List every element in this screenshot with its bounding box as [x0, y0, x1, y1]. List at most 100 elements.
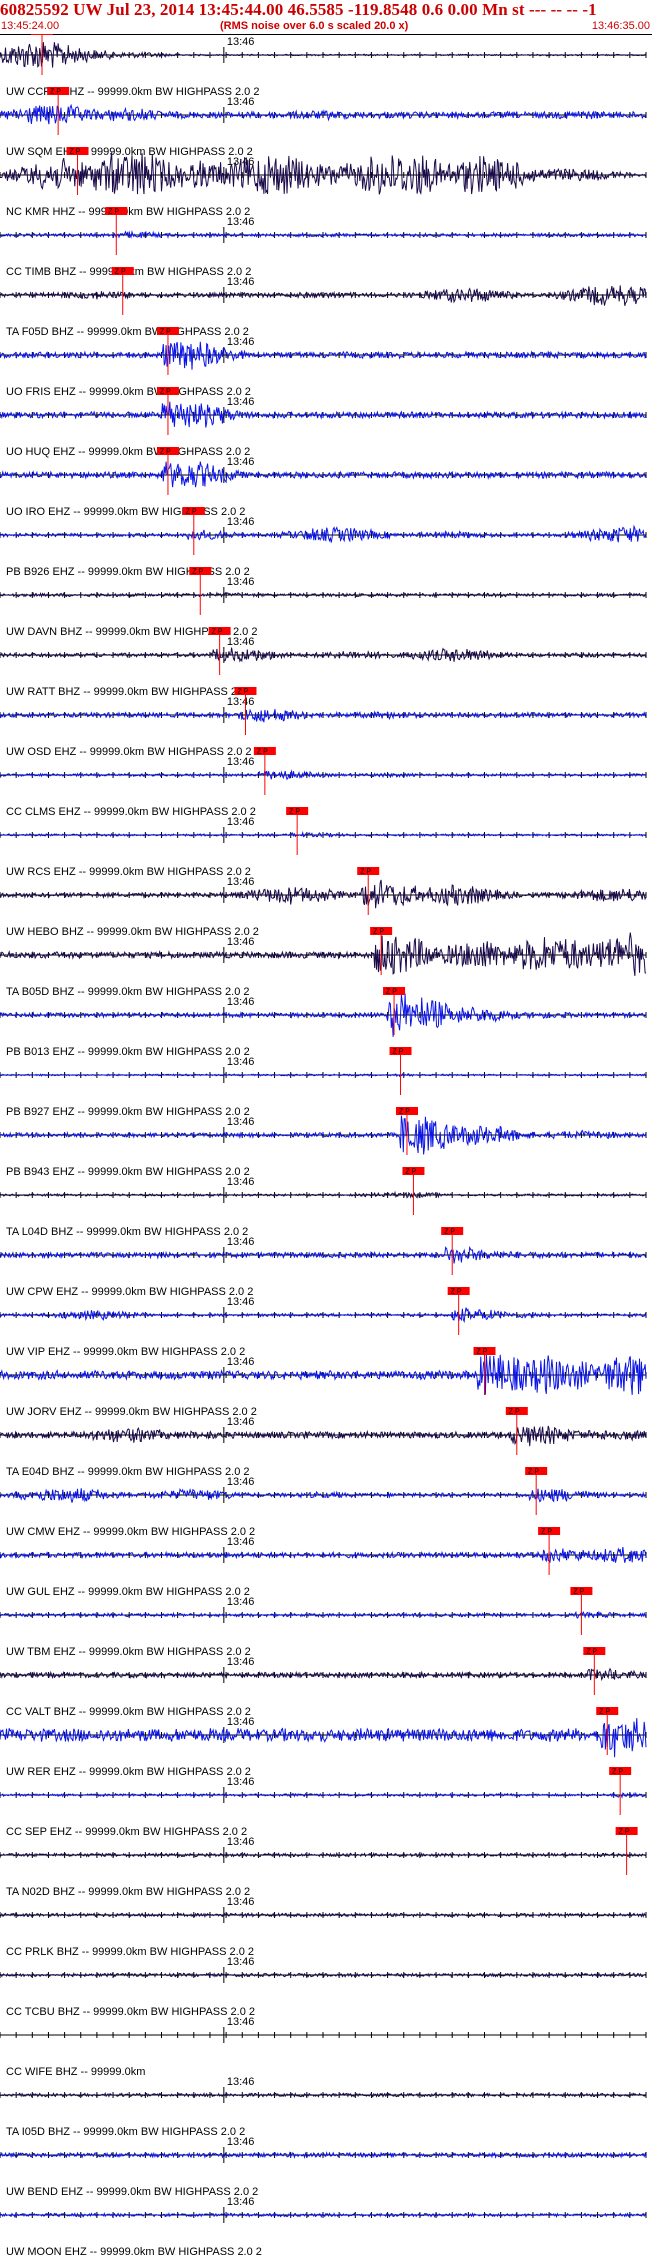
trace-row: 13:46Z PUW CCRK HHZ -- 99999.0km BW HIGH… — [0, 34, 647, 98]
minute-tick-label: 13:46 — [227, 756, 255, 768]
trace-row: 13:46 CC WIFE BHZ -- 99999.0km — [0, 2016, 647, 2078]
minute-tick-label: 13:46 — [227, 1236, 255, 1248]
pick-label: Z P — [612, 1769, 623, 1776]
pick-label: Z P — [405, 1169, 416, 1176]
pick-label: Z P — [360, 869, 371, 876]
channel-label: PB B943 EHZ -- 99999.0km BW HIGHPASS 2.0… — [6, 1166, 250, 1178]
channel-label: UW SQM EHZ -- 99999.0km BW HIGHPASS 2.0 … — [6, 146, 253, 158]
minute-tick-label: 13:46 — [227, 336, 255, 348]
channel-label: CC SEP EHZ -- 99999.0km BW HIGHPASS 2.0 … — [6, 1826, 247, 1838]
channel-label: CC PRLK BHZ -- 99999.0km BW HIGHPASS 2.0… — [6, 1946, 254, 1958]
channel-label: CC CLMS EHZ -- 99999.0km BW HIGHPASS 2.0… — [6, 806, 256, 818]
pick-label: Z P — [50, 89, 61, 96]
minute-tick-label: 13:46 — [227, 1056, 255, 1068]
pick-label: Z P — [541, 1529, 552, 1536]
channel-label: UW CPW EHZ -- 99999.0km BW HIGHPASS 2.0 … — [6, 1286, 253, 1298]
channel-label: UW OSD EHZ -- 99999.0km BW HIGHPASS 2.0 … — [6, 746, 252, 758]
waveform — [0, 1425, 647, 1447]
pick-label: Z P — [289, 809, 300, 816]
minute-tick-label: 13:46 — [227, 1656, 255, 1668]
pick-label: Z P — [160, 449, 171, 456]
channel-label: UO FRIS EHZ -- 99999.0km BW HIGHPASS 2.0… — [6, 386, 251, 398]
minute-tick-label: 13:46 — [227, 1476, 255, 1488]
waveform — [0, 993, 647, 1037]
minute-tick-label: 13:46 — [227, 1716, 255, 1728]
pick-label: Z P — [477, 1349, 488, 1356]
pick-label: Z P — [373, 929, 384, 936]
trace-row: 13:46 CC TCBU BHZ -- 99999.0km BW HIGHPAS… — [0, 1956, 647, 2018]
minute-tick-label: 13:46 — [227, 696, 255, 708]
minute-tick-label: 13:46 — [227, 2076, 255, 2088]
pick-label: Z P — [399, 1109, 410, 1116]
minute-tick-label: 13:46 — [227, 36, 255, 48]
pick-label: Z P — [528, 1469, 539, 1476]
channel-label: NC KMR HHZ -- 99999.0km BW HIGHPASS 2.0 … — [6, 206, 250, 218]
minute-tick-label: 13:46 — [227, 876, 255, 888]
trace-row: 13:46 UW BEND EHZ -- 99999.0km BW HIGHPAS… — [0, 2136, 647, 2198]
pick-label: Z P — [115, 269, 126, 276]
channel-label: PB B927 EHZ -- 99999.0km BW HIGHPASS 2.0… — [6, 1106, 250, 1118]
minute-tick-label: 13:46 — [227, 396, 255, 408]
channel-label: UO IRO EHZ -- 99999.0km BW HIGHPASS 2.0 … — [6, 506, 245, 518]
minute-tick-label: 13:46 — [227, 1956, 255, 1968]
minute-tick-label: 13:46 — [227, 636, 255, 648]
minute-tick-label: 13:46 — [227, 816, 255, 828]
channel-label: UW MOON EHZ -- 99999.0km BW HIGHPASS 2.0… — [6, 2246, 262, 2258]
pick-label: Z P — [160, 329, 171, 336]
pick-label: Z P — [34, 34, 45, 36]
channel-label: UO HUQ EHZ -- 99999.0km BW HIGHPASS 2.0 … — [6, 446, 250, 458]
channel-label: UW CCRK HHZ -- 99999.0km BW HIGHPASS 2.0… — [6, 86, 259, 98]
channel-label: TA B05D BHZ -- 99999.0km BW HIGHPASS 2.0… — [6, 986, 250, 998]
minute-tick-label: 13:46 — [227, 216, 255, 228]
minute-tick-label: 13:46 — [227, 2196, 255, 2208]
minute-tick-label: 13:46 — [227, 1356, 255, 1368]
pick-label: Z P — [160, 389, 171, 396]
channel-label: CC TCBU BHZ -- 99999.0km BW HIGHPASS 2.0… — [6, 2006, 255, 2018]
trace-row: 13:46 TA I05D BHZ -- 99999.0km BW HIGHPAS… — [0, 2076, 647, 2138]
channel-label: TA N02D BHZ -- 99999.0km BW HIGHPASS 2.0… — [6, 1886, 250, 1898]
pick-label: Z P — [70, 149, 81, 156]
channel-label: TA L04D BHZ -- 99999.0km BW HIGHPASS 2.0… — [6, 1226, 248, 1238]
start-time-label: 13:45:24.00 — [1, 20, 60, 32]
channel-label: TA F05D BHZ -- 99999.0km BW HIGHPASS 2.0… — [6, 326, 249, 338]
pick-label: Z P — [599, 1709, 610, 1716]
pick-label: Z P — [586, 1649, 597, 1656]
pick-label: Z P — [619, 1829, 630, 1836]
minute-tick-label: 13:46 — [227, 2016, 255, 2028]
minute-tick-label: 13:46 — [227, 516, 255, 528]
channel-label: UW BEND EHZ -- 99999.0km BW HIGHPASS 2.0… — [6, 2186, 258, 2198]
minute-tick-label: 13:46 — [227, 936, 255, 948]
channel-label: PB B926 EHZ -- 99999.0km BW HIGHPASS 2.0… — [6, 566, 250, 578]
pick-label: Z P — [573, 1589, 584, 1596]
channel-label: UW HEBO BHZ -- 99999.0km BW HIGHPASS 2.0… — [6, 926, 259, 938]
minute-tick-label: 13:46 — [227, 1536, 255, 1548]
minute-tick-label: 13:46 — [227, 1176, 255, 1188]
pick-label: Z P — [192, 569, 203, 576]
minute-tick-label: 13:46 — [227, 1296, 255, 1308]
minute-tick-label: 13:46 — [227, 456, 255, 468]
channel-label: UW CMW EHZ -- 99999.0km BW HIGHPASS 2.0 … — [6, 1526, 255, 1538]
channel-label: UW RATT BHZ -- 99999.0km BW HIGHPASS 2.0… — [6, 686, 255, 698]
pick-label: Z P — [444, 1229, 455, 1236]
pick-label: Z P — [237, 689, 248, 696]
channel-label: UW RER EHZ -- 99999.0km BW HIGHPASS 2.0 … — [6, 1766, 251, 1778]
minute-tick-label: 13:46 — [227, 2136, 255, 2148]
waveform — [0, 152, 647, 196]
pick-label: Z P — [108, 209, 119, 216]
pick-label: Z P — [509, 1409, 520, 1416]
minute-tick-label: 13:46 — [227, 1896, 255, 1908]
minute-tick-label: 13:46 — [227, 1776, 255, 1788]
trace-row: 13:46 UW MOON EHZ -- 99999.0km BW HIGHPAS… — [0, 2196, 647, 2258]
minute-tick-label: 13:46 — [227, 1836, 255, 1848]
minute-tick-label: 13:46 — [227, 1116, 255, 1128]
minute-tick-label: 13:46 — [227, 96, 255, 108]
channel-label: TA E04D BHZ -- 99999.0km BW HIGHPASS 2.0… — [6, 1466, 250, 1478]
pick-label: Z P — [257, 749, 268, 756]
channel-label: TA I05D BHZ -- 99999.0km BW HIGHPASS 2.0… — [6, 2126, 245, 2138]
pick-label: Z P — [212, 629, 223, 636]
minute-tick-label: 13:46 — [227, 576, 255, 588]
channel-label: UW VIP EHZ -- 99999.0km BW HIGHPASS 2.0 … — [6, 1346, 245, 1358]
channel-label: UW RCS EHZ -- 99999.0km BW HIGHPASS 2.0 … — [6, 866, 251, 878]
trace-row: 13:46 CC PRLK BHZ -- 99999.0km BW HIGHPAS… — [0, 1896, 647, 1958]
pick-label: Z P — [186, 509, 197, 516]
